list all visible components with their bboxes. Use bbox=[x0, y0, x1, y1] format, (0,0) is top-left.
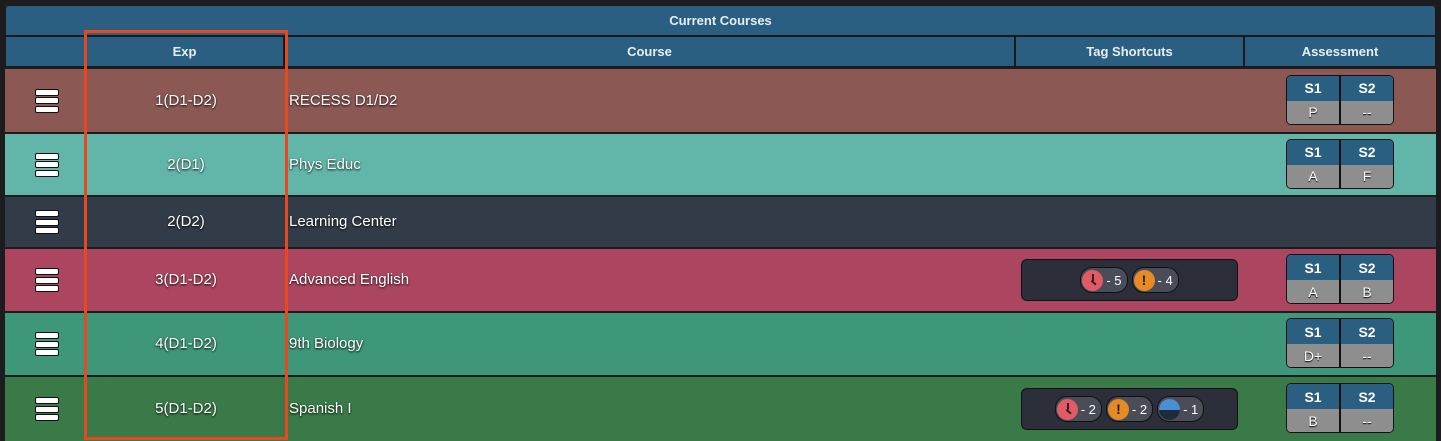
current-courses-table: Current Courses Exp Course Tag Shortcuts… bbox=[5, 5, 1436, 441]
menu-bar bbox=[36, 341, 58, 347]
row-exp: 3(D1-D2) bbox=[155, 271, 217, 288]
s2-grade: -- bbox=[1362, 104, 1372, 120]
menu-bar bbox=[36, 350, 58, 355]
table-row: 4(D1-D2) 9th Biology S1 S2 D+ -- bbox=[5, 311, 1436, 375]
row-exp: 2(D2) bbox=[167, 213, 205, 230]
tag-shortcut[interactable]: ! - 4 bbox=[1131, 267, 1179, 293]
menu-bar bbox=[36, 89, 58, 95]
header-course[interactable]: Course bbox=[284, 36, 1015, 67]
s2-label: S2 bbox=[1358, 144, 1376, 160]
tag-count: - 2 bbox=[1131, 401, 1148, 417]
s1-label: S1 bbox=[1287, 139, 1341, 165]
s2-label: S2 bbox=[1358, 259, 1376, 276]
tag-shortcut[interactable]: - 2 bbox=[1054, 396, 1102, 422]
row-course[interactable]: RECESS D1/D2 bbox=[289, 92, 397, 109]
menu-bar bbox=[36, 211, 58, 216]
alert-icon: ! bbox=[1133, 269, 1155, 291]
s1-label: S1 bbox=[1287, 75, 1341, 101]
menu-bar bbox=[36, 406, 58, 412]
tag-count: - 2 bbox=[1080, 401, 1096, 417]
s2-grade: -- bbox=[1362, 412, 1372, 429]
row-course[interactable]: 9th Biology bbox=[289, 335, 363, 352]
header-exp[interactable]: Exp bbox=[85, 36, 284, 67]
s1-label: S1 bbox=[1287, 255, 1341, 280]
menu-bar bbox=[36, 228, 58, 233]
s1-label: S1 bbox=[1287, 319, 1341, 344]
s1-grade: B bbox=[1287, 409, 1341, 432]
s2-label: S2 bbox=[1358, 323, 1376, 340]
s1-grade: A bbox=[1287, 280, 1341, 303]
row-course[interactable]: Learning Center bbox=[289, 213, 397, 230]
tag-shortcut[interactable]: - 5 bbox=[1080, 267, 1128, 293]
assessment-box[interactable]: S1 S2 A F bbox=[1286, 138, 1394, 189]
menu-bar bbox=[36, 170, 58, 176]
tag-shortcuts: - 5! - 4 bbox=[1021, 259, 1238, 301]
menu-bar bbox=[36, 415, 58, 420]
menu-bar bbox=[36, 277, 58, 283]
menu-bar bbox=[36, 333, 58, 338]
row-menu-icon[interactable] bbox=[36, 269, 58, 291]
menu-bar bbox=[36, 286, 58, 291]
row-course[interactable]: Phys Educ bbox=[289, 156, 361, 173]
row-exp: 2(D1) bbox=[167, 155, 205, 173]
clock-icon bbox=[1056, 398, 1078, 420]
s2-grade: F bbox=[1362, 168, 1372, 184]
half-circle-icon bbox=[1159, 398, 1181, 420]
assessment-box[interactable]: S1 S2 P -- bbox=[1286, 74, 1394, 125]
s1-grade: D+ bbox=[1287, 344, 1341, 367]
s2-grade: B bbox=[1362, 283, 1372, 300]
assessment-box[interactable]: S1 S2 A B bbox=[1286, 254, 1394, 304]
row-course[interactable]: Spanish I bbox=[289, 400, 352, 417]
s1-label: S1 bbox=[1287, 384, 1341, 409]
row-exp: 5(D1-D2) bbox=[155, 400, 217, 417]
tag-count: - 4 bbox=[1157, 272, 1173, 288]
row-exp: 1(D1-D2) bbox=[155, 91, 217, 109]
menu-bar bbox=[36, 269, 58, 274]
row-menu-icon[interactable] bbox=[36, 211, 58, 233]
header-assessment: Assessment bbox=[1244, 36, 1436, 67]
row-exp: 4(D1-D2) bbox=[155, 335, 217, 352]
header-menu-col bbox=[5, 36, 85, 67]
row-menu-icon[interactable] bbox=[36, 89, 58, 112]
row-menu-icon[interactable] bbox=[36, 398, 58, 420]
table-row: 2(D2) Learning Center bbox=[5, 195, 1436, 247]
s2-grade: -- bbox=[1362, 347, 1372, 364]
menu-bar bbox=[36, 98, 58, 103]
assessment-box[interactable]: S1 S2 D+ -- bbox=[1286, 318, 1394, 368]
tag-count: - 1 bbox=[1183, 401, 1199, 417]
assessment-box[interactable]: S1 S2 B -- bbox=[1286, 383, 1394, 433]
table-row: 1(D1-D2) RECESS D1/D2 S1 S2 P -- bbox=[5, 67, 1436, 132]
s1-grade: P bbox=[1287, 100, 1341, 124]
row-menu-icon[interactable] bbox=[36, 333, 58, 355]
tag-count: - 5 bbox=[1106, 272, 1122, 288]
clock-icon bbox=[1082, 269, 1104, 291]
tag-shortcuts: - 2! - 2- 1 bbox=[1021, 388, 1238, 430]
alert-icon: ! bbox=[1107, 398, 1129, 420]
menu-bar bbox=[36, 162, 58, 167]
menu-bar bbox=[36, 153, 58, 159]
s2-label: S2 bbox=[1358, 388, 1376, 405]
s1-grade: A bbox=[1287, 164, 1341, 188]
tag-shortcut[interactable]: - 1 bbox=[1157, 396, 1205, 422]
menu-bar bbox=[36, 398, 58, 403]
table-title: Current Courses bbox=[5, 5, 1436, 36]
row-course[interactable]: Advanced English bbox=[289, 271, 409, 288]
header-row: Exp Course Tag Shortcuts Assessment bbox=[5, 36, 1436, 67]
table-row: 3(D1-D2) Advanced English - 5! - 4 S1 S2 AB bbox=[5, 247, 1436, 311]
row-menu-icon[interactable] bbox=[36, 153, 58, 176]
table-row: 5(D1-D2) Spanish I- 2! - 2- 1 S1 S2 B -- bbox=[5, 375, 1436, 441]
tag-shortcut[interactable]: ! - 2 bbox=[1105, 396, 1154, 422]
menu-bar bbox=[36, 219, 58, 225]
header-tag-shortcuts: Tag Shortcuts bbox=[1015, 36, 1244, 67]
menu-bar bbox=[36, 106, 58, 112]
table-row: 2(D1) Phys Educ S1 S2 A F bbox=[5, 132, 1436, 195]
s2-label: S2 bbox=[1358, 80, 1376, 96]
